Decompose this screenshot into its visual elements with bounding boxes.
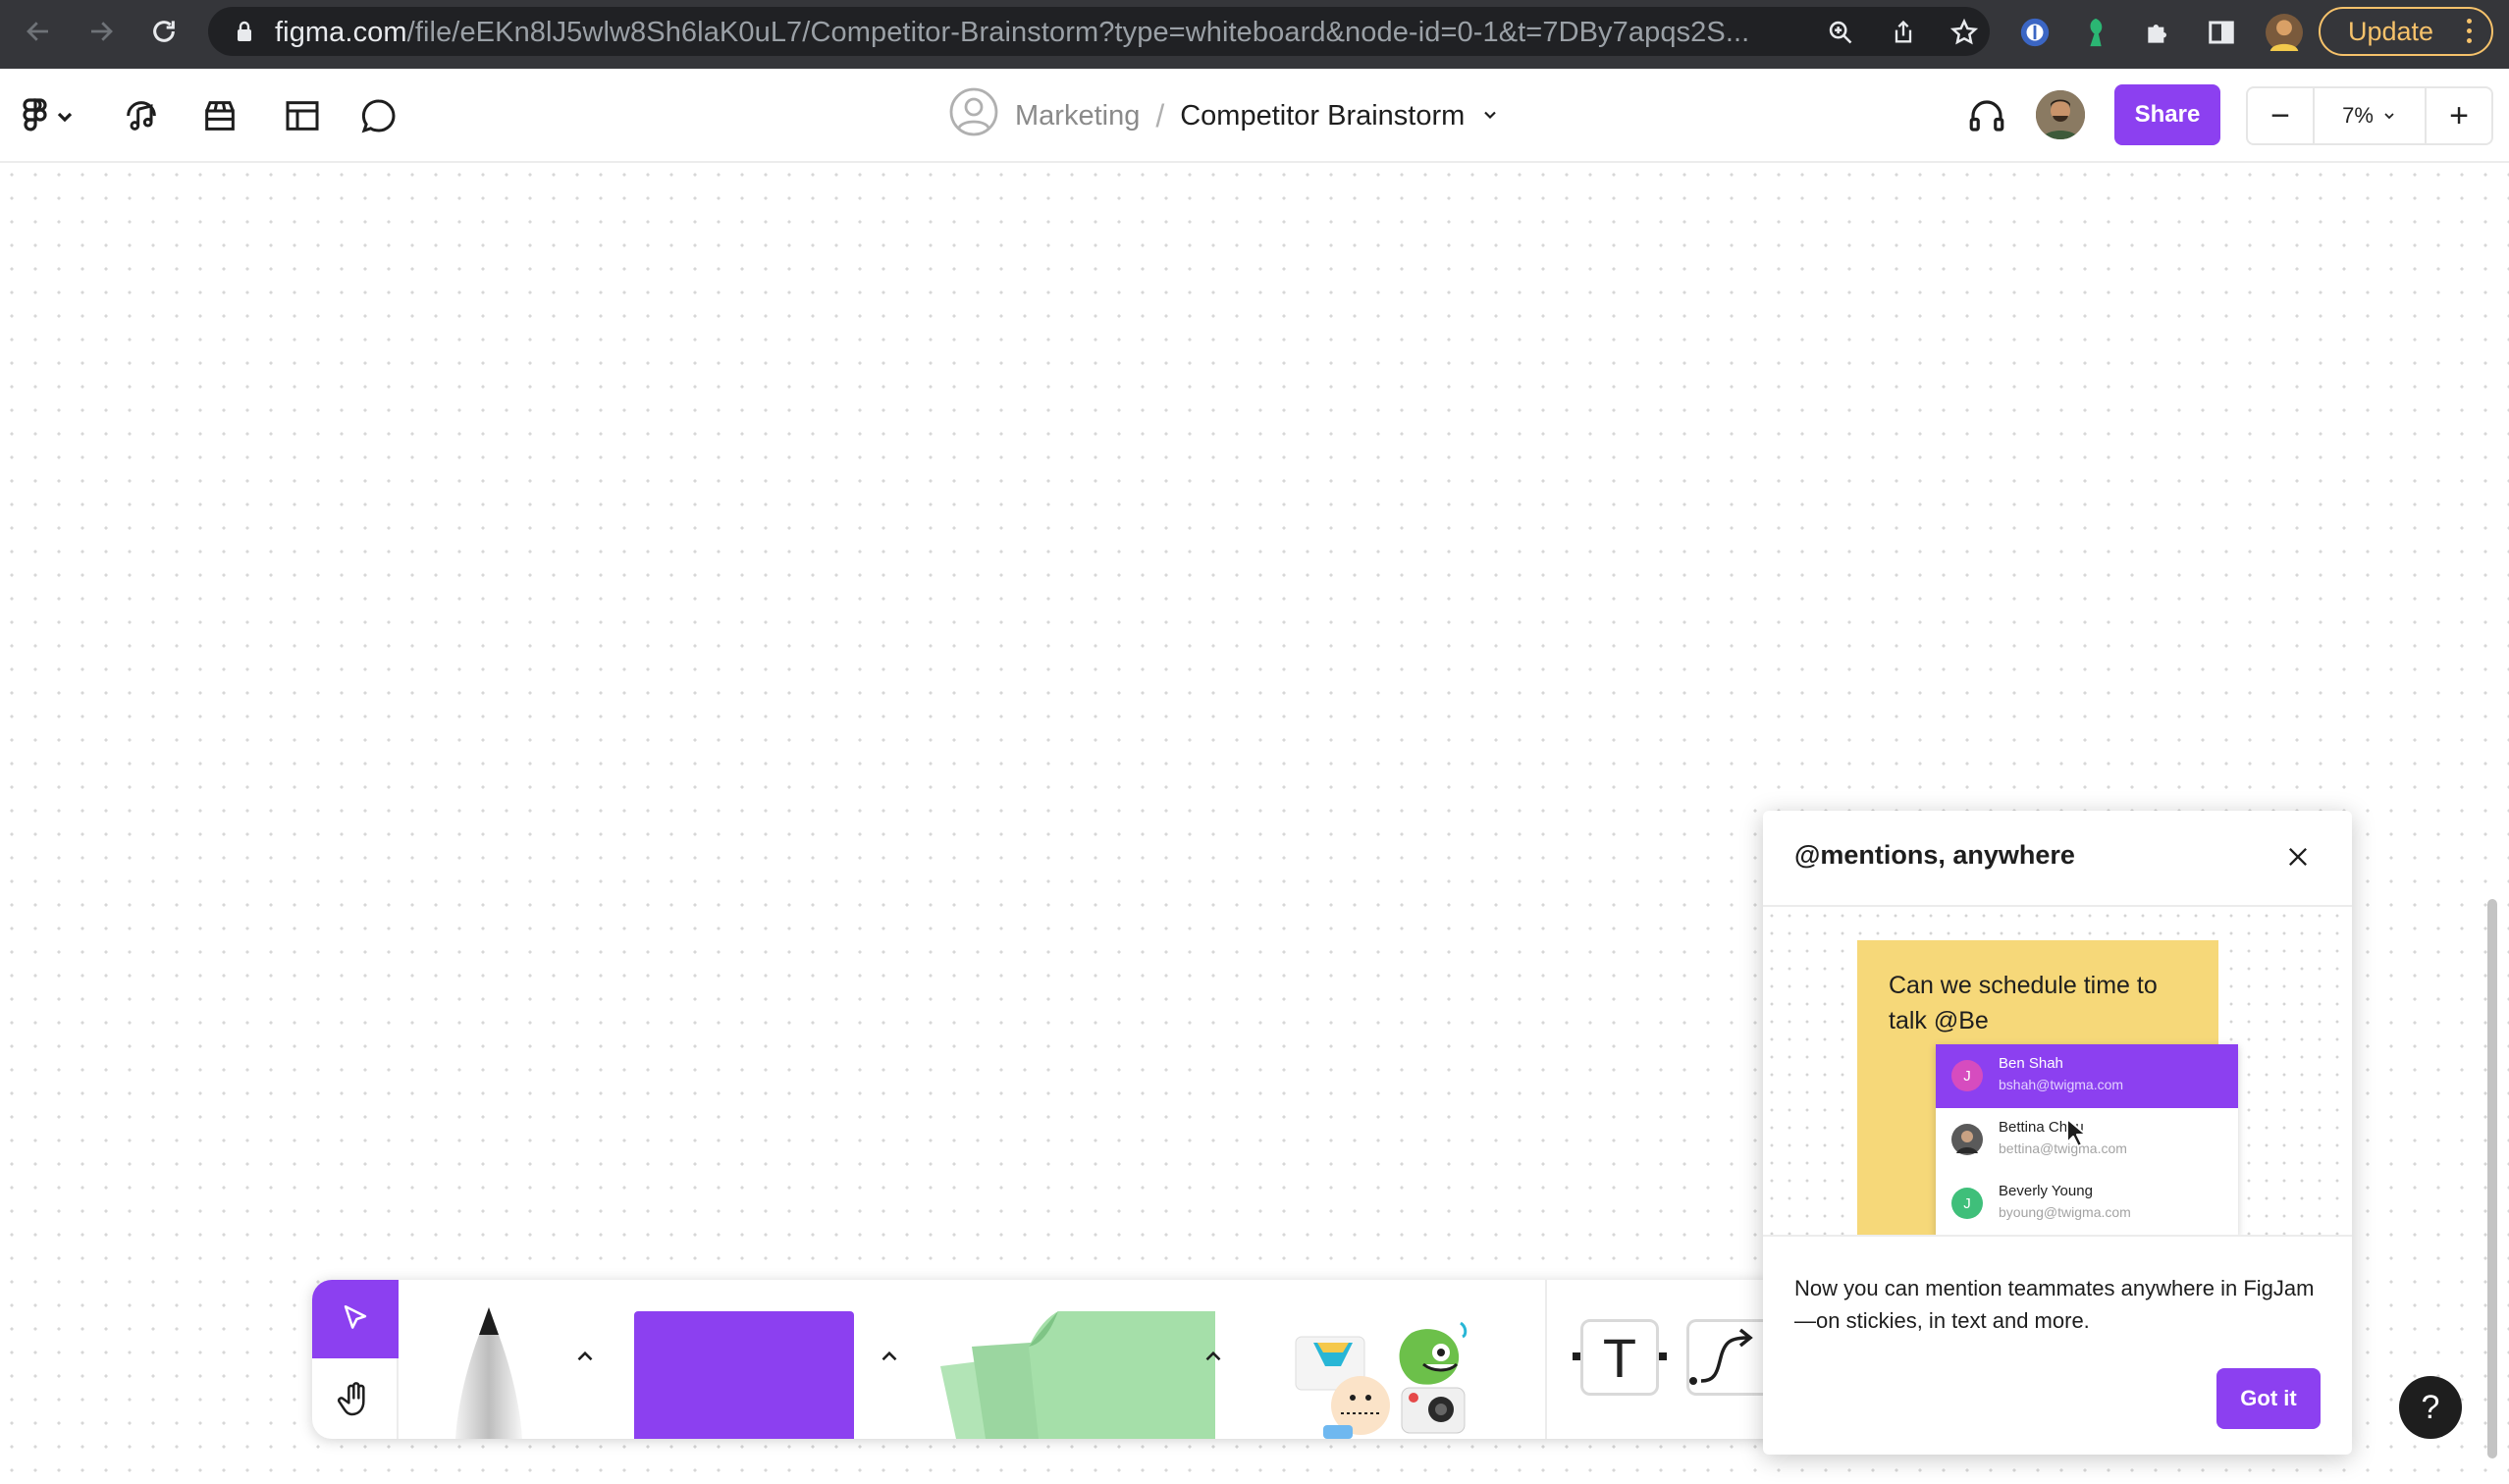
- browser-chrome: figma.com/file/eEKn8lJ5wlw8Sh6laK0uL7/Co…: [0, 0, 2509, 69]
- side-panel-icon[interactable]: [2203, 14, 2240, 51]
- breadcrumb: Marketing / Competitor Brainstorm: [948, 87, 1500, 141]
- more-vertical-icon: [2467, 19, 2472, 43]
- share-page-icon[interactable]: [1887, 16, 1920, 49]
- marker-pen-icon: [455, 1307, 522, 1439]
- close-button[interactable]: [2273, 832, 2322, 881]
- vertical-scrollbar[interactable]: [2487, 899, 2497, 1458]
- sticky-notes-icon: [940, 1311, 1215, 1439]
- mention-item: J Beverly Young byoung@twigma.com: [1936, 1172, 2238, 1235]
- marker-tool[interactable]: [440, 1307, 538, 1439]
- zoom-level: 7%: [2342, 103, 2374, 128]
- update-label: Update: [2348, 16, 2434, 46]
- popover-illustration: Can we schedule time to talk @Be J Ben S…: [1763, 905, 2352, 1237]
- address-bar[interactable]: figma.com/file/eEKn8lJ5wlw8Sh6laK0uL7/Co…: [208, 7, 1990, 56]
- cursor-arrow-icon: [344, 1304, 367, 1329]
- chevron-down-icon: [2384, 113, 2394, 120]
- help-button[interactable]: ?: [2399, 1376, 2462, 1439]
- stickers-icon: [1295, 1321, 1468, 1439]
- shape-tool[interactable]: [634, 1311, 854, 1439]
- got-it-button[interactable]: Got it: [2216, 1368, 2321, 1429]
- close-icon: [2289, 848, 2307, 866]
- mention-suggestions: J Ben Shah bshah@twigma.com Bettina Chou…: [1936, 1044, 2238, 1235]
- zoom-out-button[interactable]: −: [2248, 88, 2313, 143]
- chevron-up-icon[interactable]: [870, 1337, 909, 1376]
- hand-tool[interactable]: [312, 1360, 399, 1439]
- profile-avatar-icon[interactable]: [2266, 14, 2303, 51]
- stamps-and-stickers-tool[interactable]: [1294, 1319, 1510, 1439]
- extensions-puzzle-icon[interactable]: [2140, 14, 2177, 51]
- password-extension-icon[interactable]: [2016, 14, 2054, 51]
- sticky-note-tool[interactable]: [921, 1307, 1215, 1439]
- mention-email: byoung@twigma.com: [1999, 1204, 2131, 1220]
- zoom-level-dropdown[interactable]: 7%: [2313, 88, 2427, 143]
- text-tool[interactable]: T: [1580, 1319, 1659, 1396]
- chevron-down-icon[interactable]: [1480, 100, 1500, 132]
- hand-icon: [337, 1382, 365, 1416]
- avatar: [1951, 1124, 1983, 1155]
- dock-divider: [1545, 1280, 1547, 1439]
- grammarly-extension-icon[interactable]: [2077, 14, 2114, 51]
- mention-item: J Ben Shah bshah@twigma.com: [1936, 1044, 2238, 1108]
- reload-button[interactable]: [139, 0, 188, 63]
- reload-icon: [153, 21, 175, 42]
- text-tool-handle-left: [1573, 1352, 1580, 1360]
- figjam-toolbar: Marketing / Competitor Brainstorm Share …: [0, 69, 2509, 163]
- file-name[interactable]: Competitor Brainstorm: [1180, 100, 1465, 132]
- user-avatar[interactable]: [2036, 90, 2085, 139]
- mention-email: bettina@twigma.com: [1999, 1140, 2127, 1156]
- team-name[interactable]: Marketing: [1015, 100, 1140, 132]
- zoom-controls: − 7% +: [2246, 86, 2493, 145]
- chevron-up-icon[interactable]: [1194, 1337, 1233, 1376]
- templates-icon[interactable]: [279, 92, 326, 139]
- main-menu-button[interactable]: [18, 92, 80, 139]
- lock-icon: [236, 20, 253, 48]
- avatar: J: [1951, 1188, 1983, 1219]
- url-text: figma.com/file/eEKn8lJ5wlw8Sh6laK0uL7/Co…: [275, 17, 1750, 48]
- mention-email: bshah@twigma.com: [1999, 1077, 2124, 1092]
- arrow-left-icon: [27, 22, 48, 41]
- mention-name: Beverly Young: [1999, 1183, 2093, 1199]
- zoom-in-button[interactable]: +: [2427, 88, 2491, 143]
- share-button[interactable]: Share: [2114, 84, 2220, 145]
- forward-button[interactable]: [77, 0, 126, 63]
- bookmark-star-icon[interactable]: [1948, 16, 1981, 49]
- creation-tool-dock: T: [312, 1280, 1785, 1439]
- avatar: J: [1951, 1060, 1983, 1091]
- update-button[interactable]: Update: [2319, 7, 2493, 56]
- zoom-icon[interactable]: [1824, 16, 1857, 49]
- figma-logo-icon: [23, 98, 73, 132]
- breadcrumb-separator: /: [1155, 97, 1165, 133]
- audio-headphones-icon[interactable]: [1963, 92, 2010, 139]
- text-tool-handle-right: [1659, 1352, 1667, 1360]
- chevron-up-icon[interactable]: [565, 1337, 605, 1376]
- music-player-icon[interactable]: [118, 92, 165, 139]
- select-tool[interactable]: [312, 1280, 399, 1358]
- popover-title: @mentions, anywhere: [1794, 840, 2075, 870]
- team-avatar-icon: [948, 86, 999, 145]
- popover-description: Now you can mention teammates anywhere i…: [1794, 1276, 2315, 1333]
- mention-name: Ben Shah: [1999, 1055, 2063, 1072]
- widgets-store-icon[interactable]: [196, 92, 243, 139]
- back-button[interactable]: [14, 0, 63, 63]
- sticky-text: Can we schedule time to talk @Be: [1889, 972, 2158, 1034]
- arrow-right-icon: [91, 22, 113, 41]
- mode-switcher: [312, 1280, 399, 1439]
- mentions-onboarding-popover: @mentions, anywhere Can we schedule time…: [1763, 811, 2352, 1455]
- mouse-cursor-icon: [2065, 1117, 2091, 1153]
- comment-icon[interactable]: [355, 92, 402, 139]
